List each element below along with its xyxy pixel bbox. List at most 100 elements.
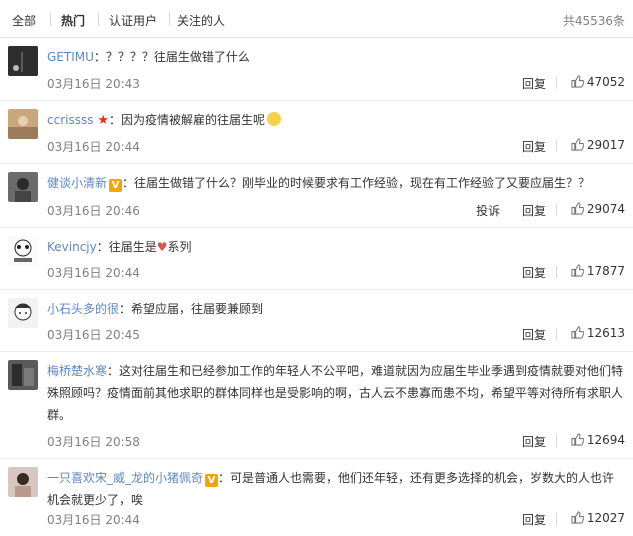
tab-divider — [169, 12, 170, 26]
comment-time: 03月16日 20:43 — [47, 77, 140, 91]
thumbs-up-icon — [571, 75, 584, 88]
avatar[interactable] — [8, 467, 38, 497]
thumbs-up-icon — [571, 326, 584, 339]
vip-badge-icon: V — [205, 474, 219, 487]
thumbs-up-icon — [571, 433, 584, 446]
like-button[interactable]: 29017 — [571, 138, 625, 152]
like-button[interactable]: 12694 — [571, 433, 625, 447]
comment-actions: 回复 12027 — [504, 511, 625, 529]
avatar[interactable] — [8, 298, 38, 328]
comment-actions: 投诉 回复 29074 — [458, 202, 625, 220]
like-button[interactable]: 29074 — [571, 202, 625, 216]
comment-time: 03月16日 20:45 — [47, 328, 140, 342]
comment-actions: 回复 47052 — [504, 75, 625, 93]
reply-button[interactable]: 回复 — [522, 77, 546, 91]
colon: ： — [119, 302, 132, 316]
like-count: 29074 — [586, 201, 625, 216]
comment-text-suffix: 系列 — [167, 240, 192, 254]
divider — [555, 204, 557, 216]
like-count: 12613 — [586, 325, 625, 340]
comment-username[interactable]: 一只喜欢宋_威_龙的小猪佩奇 — [47, 471, 203, 485]
comment-text: ？？？？往届生做错了什么 — [105, 50, 250, 64]
comment-item: 健谈小清新 V ：往届生做错了什么？刚毕业的时候要求有工作经验，现在有工作经验了又要… — [0, 164, 633, 228]
comment-filter-tabs: 全部 热门 认证用户 关注的人 共45536条 — [0, 0, 633, 38]
divider — [555, 513, 557, 525]
comment-body: 梅桥楚水寒：这对往届生和已经参加工作的年轻人不公平吧，难道就因为应届生毕业季遇到… — [47, 360, 625, 426]
comment-actions: 回复 12613 — [504, 326, 625, 344]
report-button[interactable]: 投诉 — [476, 204, 500, 218]
comment-text: 因为疫情被解雇的往届生呢 — [120, 113, 265, 127]
comment-time: 03月16日 20:46 — [47, 204, 140, 218]
comment-username[interactable]: 小石头多的很 — [47, 302, 119, 316]
divider — [555, 140, 557, 152]
total-comment-count: 共45536条 — [562, 14, 625, 28]
divider — [555, 77, 557, 89]
colon: ： — [218, 471, 231, 485]
star-badge-icon: ★ — [97, 113, 109, 128]
reply-button[interactable]: 回复 — [522, 140, 546, 154]
tab-divider — [98, 12, 99, 26]
like-count: 29017 — [586, 137, 625, 152]
thumbs-up-icon — [571, 138, 584, 151]
comment-body: 小石头多的很：希望应届，往届要兼顾到 — [47, 298, 625, 320]
comment-item: 小石头多的很：希望应届，往届要兼顾到 03月16日 20:45 回复 12613 — [0, 290, 633, 352]
comment-actions: 回复 12694 — [504, 433, 625, 451]
reply-button[interactable]: 回复 — [522, 513, 546, 527]
like-button[interactable]: 17877 — [571, 264, 625, 278]
comment-username[interactable]: Kevincjy — [47, 240, 97, 254]
comment-actions: 回复 17877 — [504, 264, 625, 282]
comment-username[interactable]: ccrissss — [47, 113, 93, 127]
like-count: 47052 — [586, 74, 625, 89]
avatar[interactable] — [8, 360, 38, 390]
comment-time: 03月16日 20:44 — [47, 266, 140, 280]
comment-username[interactable]: 健谈小清新 — [47, 176, 107, 190]
comment-text: 往届生做错了什么？刚毕业的时候要求有工作经验，现在有工作经验了又要应届生？？ — [134, 176, 591, 190]
comment-item: ccrissss ★：因为疫情被解雇的往届生呢 03月16日 20:44 回复 … — [0, 101, 633, 164]
comment-item: 梅桥楚水寒：这对往届生和已经参加工作的年轻人不公平吧，难道就因为应届生毕业季遇到… — [0, 352, 633, 459]
reply-button[interactable]: 回复 — [522, 328, 546, 342]
like-count: 12027 — [586, 510, 625, 525]
comment-body: 一只喜欢宋_威_龙的小猪佩奇 V ：可是普通人也需要，他们还年轻，还有更多选择的机会… — [47, 467, 625, 511]
like-count: 12694 — [586, 432, 625, 447]
tab-verified-users[interactable]: 认证用户 — [109, 12, 157, 29]
reply-button[interactable]: 回复 — [522, 204, 546, 218]
tab-following[interactable]: 关注的人 — [177, 12, 225, 29]
tab-hot[interactable]: 热门 — [61, 12, 85, 29]
bowing-emoji-icon — [267, 112, 281, 126]
comment-item: Kevincjy：往届生是♥系列 03月16日 20:44 回复 17877 — [0, 228, 633, 290]
thumbs-up-icon — [571, 264, 584, 277]
colon: ： — [96, 240, 109, 254]
reply-button[interactable]: 回复 — [522, 266, 546, 280]
comment-text: 往届生是 — [108, 240, 157, 254]
comment-username[interactable]: GETIMU — [47, 50, 94, 64]
comment-item: GETIMU：？？？？往届生做错了什么 03月16日 20:43 回复 4705… — [0, 38, 633, 101]
reply-button[interactable]: 回复 — [522, 435, 546, 449]
comment-time: 03月16日 20:44 — [47, 513, 140, 527]
tab-all[interactable]: 全部 — [12, 12, 36, 29]
comment-body: Kevincjy：往届生是♥系列 — [47, 236, 625, 258]
like-button[interactable]: 12027 — [571, 511, 625, 525]
comment-time: 03月16日 20:58 — [47, 435, 140, 449]
tab-divider — [50, 12, 51, 26]
divider — [555, 266, 557, 278]
comment-username[interactable]: 梅桥楚水寒 — [47, 364, 107, 378]
comment-actions: 回复 29017 — [504, 138, 625, 156]
like-count: 17877 — [586, 263, 625, 278]
colon: ： — [93, 50, 106, 64]
comment-body: ccrissss ★：因为疫情被解雇的往届生呢 — [47, 109, 625, 132]
comment-body: GETIMU：？？？？往届生做错了什么 — [47, 46, 625, 68]
colon: ： — [108, 113, 121, 127]
colon: ： — [107, 364, 120, 378]
vip-badge-icon: V — [109, 179, 123, 192]
colon: ： — [122, 176, 135, 190]
avatar[interactable] — [8, 109, 38, 139]
divider — [555, 435, 557, 447]
avatar[interactable] — [8, 236, 38, 266]
like-button[interactable]: 47052 — [571, 75, 625, 89]
heart-emoji-icon: ♥ — [156, 240, 168, 254]
avatar[interactable] — [8, 46, 38, 76]
thumbs-up-icon — [571, 511, 584, 524]
like-button[interactable]: 12613 — [571, 326, 625, 340]
avatar[interactable] — [8, 172, 38, 202]
comment-time: 03月16日 20:44 — [47, 140, 140, 154]
